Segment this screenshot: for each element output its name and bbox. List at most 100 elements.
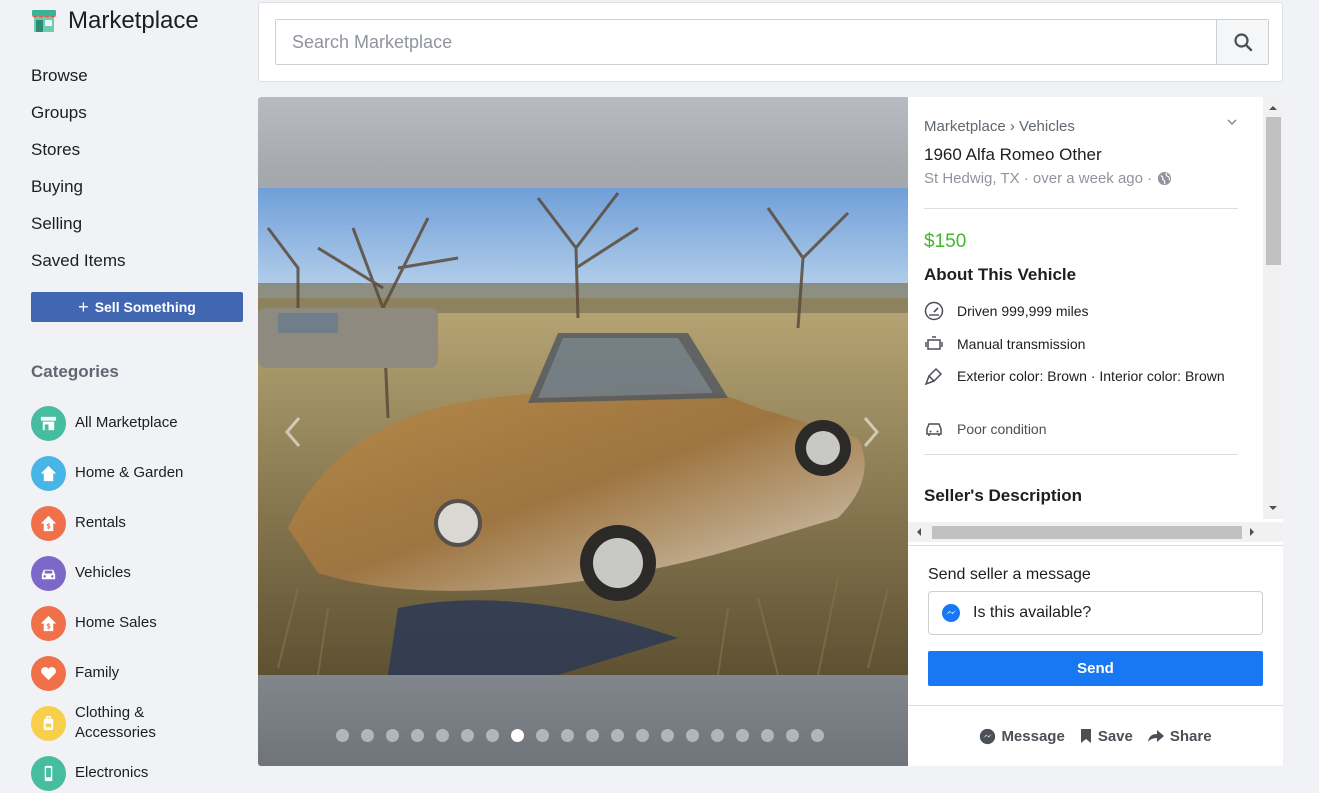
category-electronics[interactable]: Electronics	[31, 748, 205, 793]
category-label: Home & Garden	[75, 464, 184, 481]
brand[interactable]: Marketplace	[31, 6, 199, 36]
listing-meta: St Hedwig, TX · over a week ago ·	[924, 170, 1172, 187]
svg-text:$: $	[46, 622, 51, 630]
photo-dot[interactable]	[511, 729, 524, 742]
photo-dot[interactable]	[536, 729, 549, 742]
photo-dot[interactable]	[711, 729, 724, 742]
vertical-scrollbar[interactable]	[1263, 97, 1283, 519]
photo-dot[interactable]	[636, 729, 649, 742]
category-label: Rentals	[75, 514, 126, 531]
marketplace-logo-icon	[32, 10, 56, 32]
photo-dot[interactable]	[786, 729, 799, 742]
nav-buying[interactable]: Buying	[31, 173, 126, 210]
photo-dot[interactable]	[611, 729, 624, 742]
rental-house-icon: $	[31, 505, 66, 541]
globe-icon	[1158, 171, 1172, 186]
scroll-left-arrow-icon[interactable]	[912, 522, 924, 542]
category-label: Clothing & Accessories	[75, 704, 156, 741]
nav-selling[interactable]: Selling	[31, 210, 126, 247]
chevron-left-icon	[285, 417, 301, 447]
listing-photo[interactable]	[258, 188, 908, 675]
photo-dot[interactable]	[811, 729, 824, 742]
search-box	[275, 19, 1269, 65]
category-vehicles[interactable]: Vehicles	[31, 548, 205, 598]
photo-dot[interactable]	[486, 729, 499, 742]
app-title: Marketplace	[68, 7, 199, 34]
nav-groups[interactable]: Groups	[31, 99, 126, 136]
category-rentals[interactable]: $ Rentals	[31, 498, 205, 548]
message-button[interactable]: Message	[979, 728, 1065, 745]
house-icon	[31, 455, 66, 491]
category-home-garden[interactable]: Home & Garden	[31, 448, 205, 498]
photo-pager	[336, 729, 836, 742]
photo-dot[interactable]	[561, 729, 574, 742]
breadcrumb[interactable]: Marketplace › Vehicles	[924, 118, 1075, 135]
attribute-mileage: Driven 999,999 miles	[924, 301, 1227, 321]
photo-dot[interactable]	[386, 729, 399, 742]
backpack-icon	[31, 705, 66, 741]
category-home-sales[interactable]: $ Home Sales	[31, 598, 205, 648]
sidebar-nav: Browse Groups Stores Buying Selling Save…	[31, 62, 126, 284]
save-button[interactable]: Save	[1079, 728, 1133, 745]
category-family[interactable]: Family	[31, 648, 205, 698]
category-label: Electronics	[75, 764, 149, 781]
photo-dot[interactable]	[461, 729, 474, 742]
price: $150	[924, 231, 967, 252]
chevron-down-icon[interactable]	[1225, 115, 1239, 129]
photo-dot[interactable]	[336, 729, 349, 742]
photo-dot[interactable]	[361, 729, 374, 742]
category-all-marketplace[interactable]: All Marketplace	[31, 398, 205, 448]
previous-photo-button[interactable]	[278, 407, 308, 457]
photo-dot[interactable]	[586, 729, 599, 742]
plus-icon: +	[78, 297, 89, 317]
sell-button-label: Sell Something	[94, 299, 196, 315]
photo-dot[interactable]	[686, 729, 699, 742]
speedometer-icon	[924, 301, 944, 321]
message-panel: Send seller a message Is this available?…	[908, 545, 1283, 705]
attribute-text: Manual transmission	[957, 336, 1086, 352]
send-button[interactable]: Send	[928, 651, 1263, 686]
photo-dot[interactable]	[761, 729, 774, 742]
share-label: Share	[1169, 727, 1212, 745]
next-photo-button[interactable]	[856, 407, 886, 457]
attribute-colors: Exterior color: Brown · Interior color: …	[924, 366, 1227, 386]
message-input[interactable]: Is this available?	[928, 591, 1263, 635]
category-list: All Marketplace Home & Garden $ Rentals …	[31, 398, 205, 793]
divider	[924, 208, 1238, 209]
horizontal-scrollbar[interactable]	[908, 522, 1283, 542]
nav-browse[interactable]: Browse	[31, 62, 126, 99]
photo-dot[interactable]	[661, 729, 674, 742]
attribute-text: Exterior color: Brown · Interior color: …	[957, 368, 1225, 384]
scrollbar-thumb[interactable]	[932, 526, 1242, 539]
svg-text:$: $	[46, 522, 51, 530]
category-clothing-accessories[interactable]: Clothing & Accessories	[31, 698, 205, 748]
search-input[interactable]	[276, 20, 1216, 64]
attribute-text: Poor condition	[957, 421, 1047, 437]
scroll-up-arrow-icon[interactable]	[1263, 101, 1283, 113]
sell-something-button[interactable]: + Sell Something	[31, 292, 243, 322]
attribute-text: Driven 999,999 miles	[957, 303, 1089, 319]
bookmark-icon	[1080, 729, 1091, 743]
photo-dot[interactable]	[411, 729, 424, 742]
nav-saved-items[interactable]: Saved Items	[31, 247, 126, 284]
car-icon	[926, 423, 942, 436]
photo-viewer	[258, 97, 908, 766]
home-sales-icon: $	[31, 605, 66, 641]
nav-stores[interactable]: Stores	[31, 136, 126, 173]
messenger-icon	[980, 728, 996, 744]
location-time: St Hedwig, TX · over a week ago ·	[924, 170, 1153, 187]
search-button[interactable]	[1216, 20, 1268, 64]
listing-actions: Message Save Share	[908, 705, 1283, 766]
photo-dot[interactable]	[436, 729, 449, 742]
engine-icon	[925, 336, 943, 350]
share-button[interactable]: Share	[1147, 728, 1212, 745]
scroll-right-arrow-icon[interactable]	[1247, 522, 1259, 542]
save-label: Save	[1097, 727, 1133, 745]
scroll-down-arrow-icon[interactable]	[1263, 503, 1283, 515]
heart-icon	[31, 655, 66, 691]
message-label: Send seller a message	[928, 566, 1091, 583]
scrollbar-thumb[interactable]	[1266, 117, 1281, 265]
photo-dot[interactable]	[736, 729, 749, 742]
chevron-right-icon	[863, 417, 879, 447]
phone-icon	[31, 755, 66, 791]
